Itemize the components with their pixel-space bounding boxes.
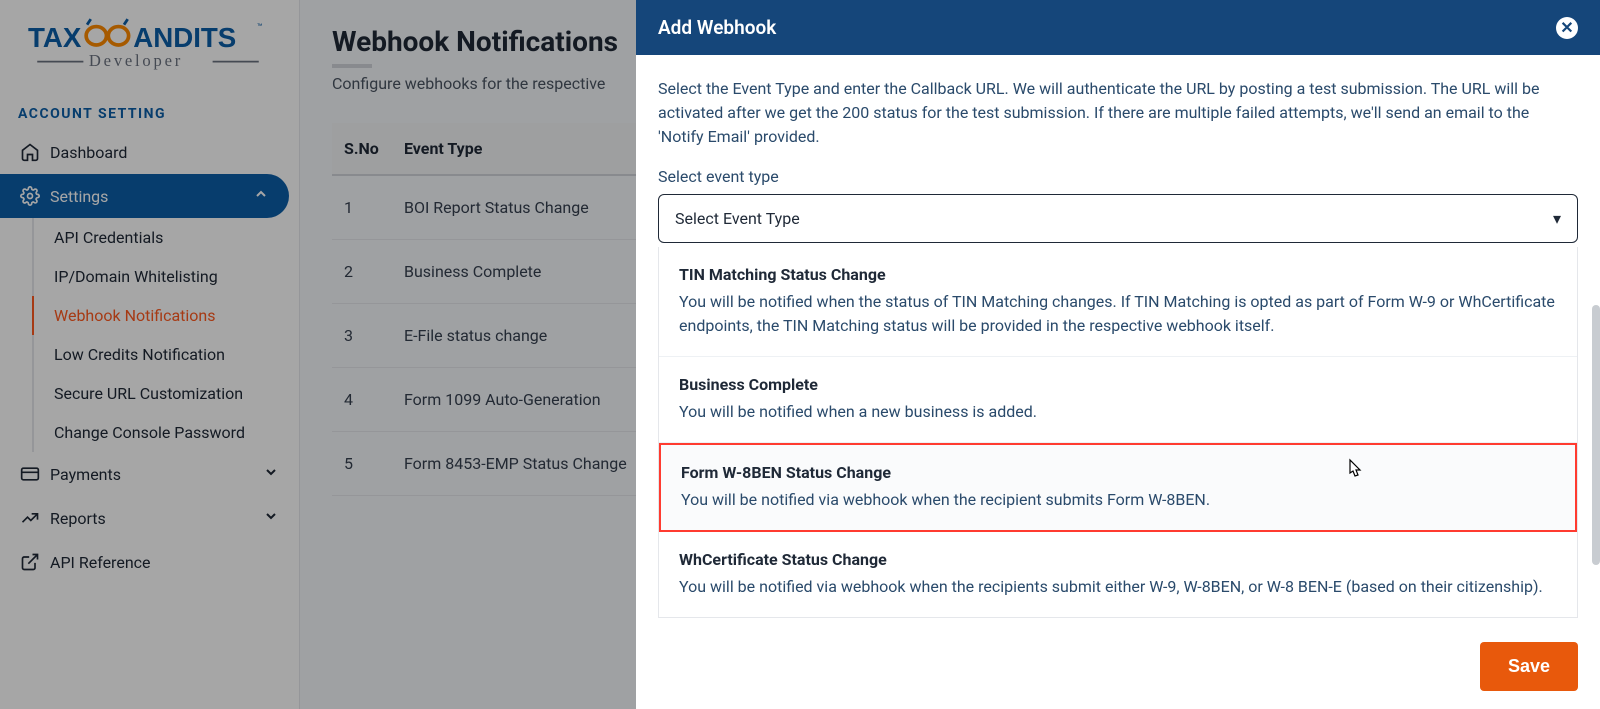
option-whcertificate[interactable]: WhCertificate Status Change You will be … xyxy=(659,532,1577,617)
option-title: Form W-8BEN Status Change xyxy=(681,463,1555,482)
caret-down-icon: ▾ xyxy=(1553,209,1561,228)
option-title: WhCertificate Status Change xyxy=(679,550,1557,569)
modal-description: Select the Event Type and enter the Call… xyxy=(658,77,1578,149)
save-button[interactable]: Save xyxy=(1480,642,1578,691)
option-business-complete[interactable]: Business Complete You will be notified w… xyxy=(659,357,1577,443)
option-desc: You will be notified via webhook when th… xyxy=(681,488,1555,512)
event-type-select[interactable]: Select Event Type ▾ xyxy=(658,194,1578,243)
option-desc: You will be notified via webhook when th… xyxy=(679,575,1557,599)
option-w8ben[interactable]: Form W-8BEN Status Change You will be no… xyxy=(659,443,1577,532)
option-tin-matching[interactable]: TIN Matching Status Change You will be n… xyxy=(659,247,1577,357)
select-placeholder: Select Event Type xyxy=(675,209,800,228)
scrollbar[interactable] xyxy=(1592,305,1600,565)
modal-title: Add Webhook xyxy=(658,16,776,39)
close-icon: ✕ xyxy=(1560,18,1573,37)
option-desc: You will be notified when a new business… xyxy=(679,400,1557,424)
event-type-options: TIN Matching Status Change You will be n… xyxy=(658,247,1578,618)
add-webhook-panel: Add Webhook ✕ Select the Event Type and … xyxy=(636,0,1600,709)
option-title: Business Complete xyxy=(679,375,1557,394)
close-button[interactable]: ✕ xyxy=(1556,17,1578,39)
option-title: TIN Matching Status Change xyxy=(679,265,1557,284)
select-label: Select event type xyxy=(658,167,1578,186)
option-desc: You will be notified when the status of … xyxy=(679,290,1557,338)
